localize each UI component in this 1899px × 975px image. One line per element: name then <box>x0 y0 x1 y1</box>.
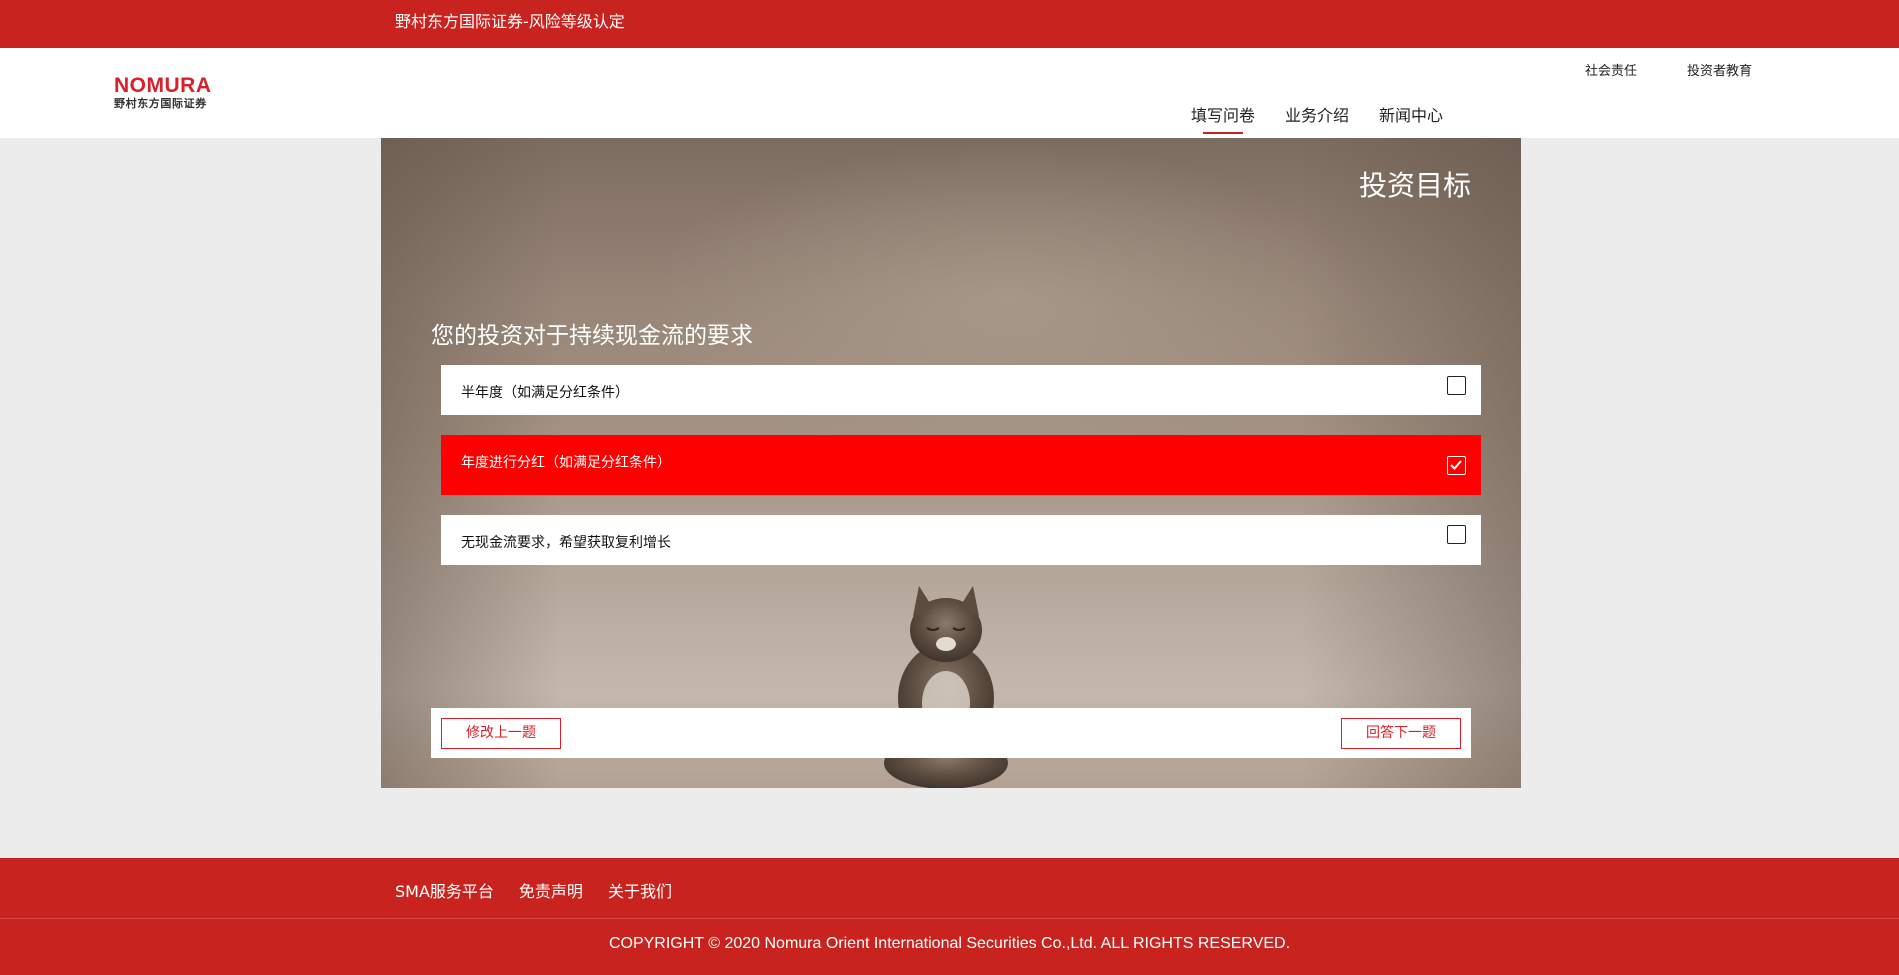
nav-item-news[interactable]: 新闻中心 <box>1379 102 1443 126</box>
checkbox-icon[interactable] <box>1447 376 1466 395</box>
top-banner: 野村东方国际证券-风险等级认定 <box>0 0 1899 48</box>
checkbox-checked-icon[interactable] <box>1447 456 1466 475</box>
footer-link-sma-platform[interactable]: SMA服务平台 <box>395 878 494 902</box>
previous-question-button[interactable]: 修改上一题 <box>441 718 561 749</box>
next-question-button[interactable]: 回答下一题 <box>1341 718 1461 749</box>
answer-option-label: 无现金流要求，希望获取复利增长 <box>461 535 671 551</box>
answer-option-semiannual[interactable]: 半年度（如满足分红条件） <box>441 365 1481 415</box>
nav-item-questionnaire[interactable]: 填写问卷 <box>1191 102 1255 134</box>
footer-links: SMA服务平台 免责声明 关于我们 <box>395 878 697 902</box>
util-link-social-responsibility[interactable]: 社会责任 <box>1585 60 1637 79</box>
checkbox-icon[interactable] <box>1447 525 1466 544</box>
copyright-text: COPYRIGHT © 2020 Nomura Orient Internati… <box>608 935 1291 952</box>
site-title: 野村东方国际证券-风险等级认定 <box>395 12 625 31</box>
utility-links: 社会责任 投资者教育 <box>1535 60 1752 79</box>
answer-option-annual-dividend[interactable]: 年度进行分红（如满足分红条件） <box>441 435 1481 495</box>
logo-subtext: 野村东方国际证券 <box>114 97 207 110</box>
questionnaire-panel: 投资目标 您的投资对于持续现金流的要求 半年度（如满足分红条件） 年度进行分红（… <box>381 138 1521 788</box>
footer-link-disclaimer[interactable]: 免责声明 <box>519 878 583 902</box>
answer-option-label: 年度进行分红（如满足分红条件） <box>461 455 671 471</box>
header: NOMURA 野村东方国际证券 社会责任 投资者教育 填写问卷 业务介绍 新闻中… <box>0 48 1899 138</box>
nomura-logo[interactable]: NOMURA 野村东方国际证券 <box>114 75 218 115</box>
logo-wordmark: NOMURA <box>114 74 212 97</box>
footer: SMA服务平台 免责声明 关于我们 COPYRIGHT © 2020 Nomur… <box>0 858 1899 975</box>
main-nav: 填写问卷 业务介绍 新闻中心 <box>1191 102 1473 134</box>
util-link-investor-education[interactable]: 投资者教育 <box>1687 60 1752 79</box>
footer-divider <box>0 918 1899 919</box>
section-title: 投资目标 <box>1358 169 1471 202</box>
answer-option-label: 半年度（如满足分红条件） <box>461 385 629 401</box>
navigation-buttons-bar: 修改上一题 回答下一题 <box>431 708 1471 758</box>
question-text: 您的投资对于持续现金流的要求 <box>431 323 753 349</box>
answer-option-compound-growth[interactable]: 无现金流要求，希望获取复利增长 <box>441 515 1481 565</box>
nav-item-business[interactable]: 业务介绍 <box>1285 102 1349 126</box>
footer-link-about-us[interactable]: 关于我们 <box>608 878 672 902</box>
